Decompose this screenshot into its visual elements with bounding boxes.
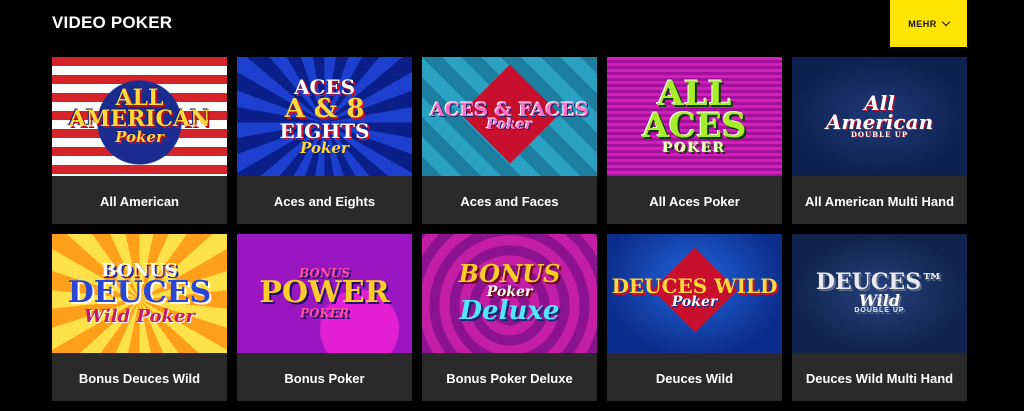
logo-text: Poker <box>300 138 349 157</box>
game-logo: DEUCES™ Wild DOUBLE UP <box>815 269 944 315</box>
game-title[interactable]: Aces and Faces <box>422 176 597 224</box>
game-logo: ACES & FACES Poker <box>430 100 589 133</box>
game-logo: ALL AMERICAN Poker <box>68 88 211 147</box>
game-card-bonus-poker-deluxe[interactable]: BONUS Poker Deluxe Bonus Poker Deluxe <box>422 234 597 401</box>
game-thumbnail[interactable]: DEUCES WILD Poker <box>607 234 782 353</box>
game-card-all-american-multi-hand[interactable]: All American DOUBLE UP All American Mult… <box>792 57 967 224</box>
logo-text: DEUCES™ <box>815 269 944 296</box>
game-card-all-american[interactable]: ALL AMERICAN Poker All American <box>52 57 227 224</box>
more-button-label: MEHR <box>908 18 937 29</box>
game-logo: ALL ACES POKER <box>642 77 747 155</box>
game-logo: DEUCES WILD Poker <box>612 276 778 311</box>
game-thumbnail[interactable]: All American DOUBLE UP <box>792 57 967 176</box>
game-thumbnail[interactable]: ALL AMERICAN Poker <box>52 57 227 176</box>
logo-text: AMERICAN <box>68 106 211 133</box>
logo-text: ACES <box>642 106 747 147</box>
game-card-deuces-wild[interactable]: DEUCES WILD Poker Deuces Wild <box>607 234 782 401</box>
game-thumbnail[interactable]: BONUS DEUCES Wild Poker <box>52 234 227 353</box>
logo-text: EIGHTS <box>279 118 370 143</box>
logo-text: Poker <box>486 116 533 133</box>
game-thumbnail[interactable]: ACES A & 8 EIGHTS Poker <box>237 57 412 176</box>
game-title[interactable]: All American Multi Hand <box>792 176 967 224</box>
game-title[interactable]: Deuces Wild Multi Hand <box>792 353 967 401</box>
chevron-down-icon <box>941 17 950 27</box>
game-card-deuces-wild-multi-hand[interactable]: DEUCES™ Wild DOUBLE UP Deuces Wild Multi… <box>792 234 967 401</box>
logo-text: DEUCES <box>67 275 212 311</box>
game-thumbnail[interactable]: ALL ACES POKER <box>607 57 782 176</box>
logo-text: Wild Poker <box>84 305 195 327</box>
game-thumbnail[interactable]: BONUS POWER POKER <box>237 234 412 353</box>
logo-text: Poker <box>671 294 718 311</box>
game-logo: BONUS Poker Deluxe <box>458 259 561 327</box>
game-card-aces-and-eights[interactable]: ACES A & 8 EIGHTS Poker Aces and Eights <box>237 57 412 224</box>
game-logo: BONUS DEUCES Wild Poker <box>67 262 212 327</box>
game-logo: ACES A & 8 EIGHTS Poker <box>279 77 370 157</box>
game-card-bonus-deuces-wild[interactable]: BONUS DEUCES Wild Poker Bonus Deuces Wil… <box>52 234 227 401</box>
game-logo: BONUS POWER POKER <box>259 267 390 319</box>
game-grid: ALL AMERICAN Poker All American ACES A &… <box>52 57 967 401</box>
logo-text: BONUS <box>458 259 561 289</box>
game-thumbnail[interactable]: ACES & FACES Poker <box>422 57 597 176</box>
logo-text: Deluxe <box>459 296 560 327</box>
section-title: VIDEO POKER <box>52 13 173 32</box>
game-title[interactable]: All Aces Poker <box>607 176 782 224</box>
game-card-bonus-poker[interactable]: BONUS POWER POKER Bonus Poker <box>237 234 412 401</box>
game-card-aces-and-faces[interactable]: ACES & FACES Poker Aces and Faces <box>422 57 597 224</box>
game-card-all-aces-poker[interactable]: ALL ACES POKER All Aces Poker <box>607 57 782 224</box>
logo-text: Poker <box>115 128 164 147</box>
game-title[interactable]: Deuces Wild <box>607 353 782 401</box>
logo-text: DOUBLE UP <box>854 307 905 315</box>
game-title[interactable]: Bonus Poker Deluxe <box>422 353 597 401</box>
logo-text: Wild <box>858 291 900 311</box>
game-title[interactable]: Bonus Deuces Wild <box>52 353 227 401</box>
game-logo: All American DOUBLE UP <box>826 93 933 139</box>
game-title[interactable]: All American <box>52 176 227 224</box>
game-title[interactable]: Aces and Eights <box>237 176 412 224</box>
game-title[interactable]: Bonus Poker <box>237 353 412 401</box>
more-button[interactable]: MEHR <box>890 0 967 47</box>
game-thumbnail[interactable]: DEUCES™ Wild DOUBLE UP <box>792 234 967 353</box>
logo-text: POWER <box>259 275 390 311</box>
game-thumbnail[interactable]: BONUS Poker Deluxe <box>422 234 597 353</box>
